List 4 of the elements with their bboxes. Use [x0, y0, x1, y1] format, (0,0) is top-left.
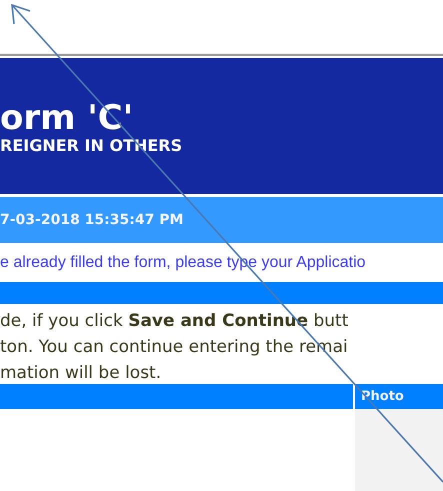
form-subtitle: REIGNER IN OTHERS [0, 136, 184, 156]
table-header-cell: Photo [355, 384, 443, 409]
form-title: orm 'C' [0, 100, 134, 136]
date-time: 7-03-2018 15:35:47 PM [0, 212, 184, 228]
